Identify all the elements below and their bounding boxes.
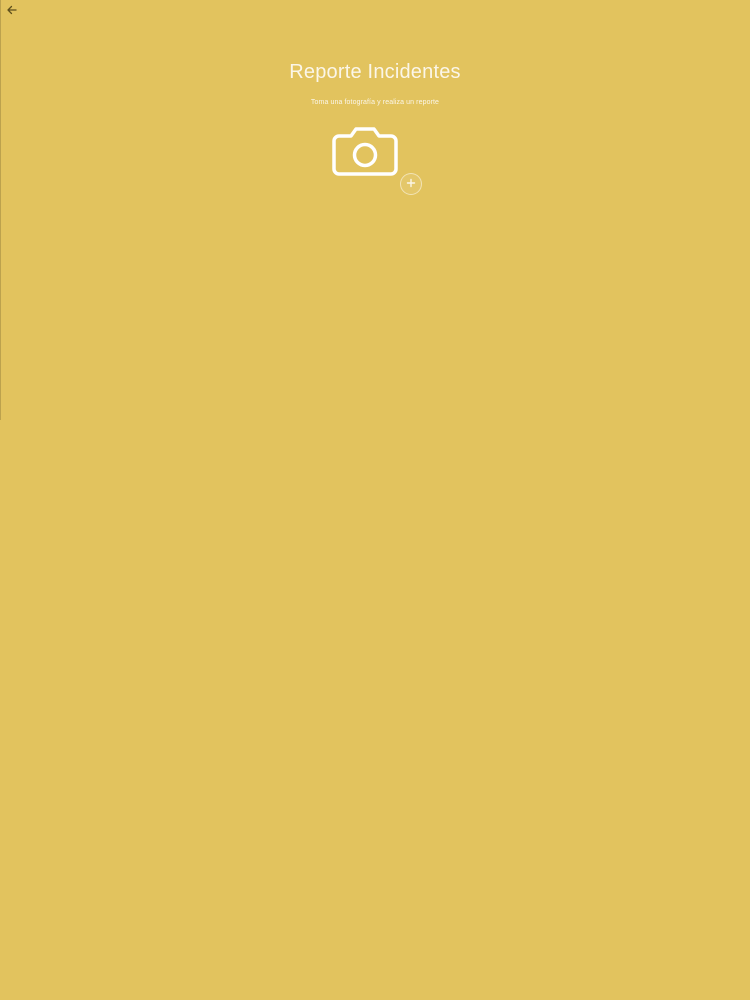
camera-icon	[331, 124, 399, 182]
back-arrow-icon	[6, 3, 18, 21]
plus-icon	[406, 175, 416, 193]
add-photo-button[interactable]	[400, 173, 422, 195]
back-button[interactable]	[3, 3, 21, 21]
page-subtitle: Toma una fotografía y realiza un reporte	[310, 99, 440, 106]
page-title: Reporte Incidentes	[289, 61, 461, 83]
camera-button[interactable]	[331, 124, 399, 182]
